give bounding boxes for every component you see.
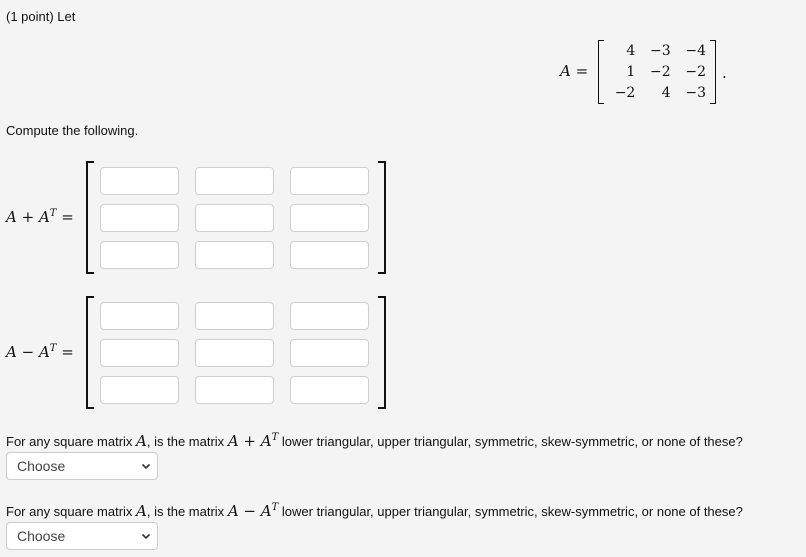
sum-cell-2-1[interactable]	[100, 204, 179, 232]
chevron-down-icon	[141, 533, 151, 540]
difference-cell-3-1[interactable]	[100, 376, 179, 404]
left-bracket	[86, 296, 94, 409]
difference-label: A − AT =	[6, 343, 74, 361]
difference-cell-1-2[interactable]	[195, 302, 274, 330]
difference-classification-select[interactable]: Choose	[6, 522, 158, 550]
question-difference: For any square matrix A, is the matrix A…	[6, 502, 743, 520]
sum-cell-1-3[interactable]	[290, 167, 369, 195]
difference-cell-2-1[interactable]	[100, 339, 179, 367]
trailing-period: .	[722, 64, 727, 82]
chevron-down-icon	[141, 463, 151, 470]
matrix-cell: −2	[650, 63, 671, 80]
right-bracket	[378, 161, 386, 274]
right-bracket	[710, 40, 716, 104]
sum-cell-3-3[interactable]	[290, 241, 369, 269]
difference-cell-1-3[interactable]	[290, 302, 369, 330]
sum-classification-select[interactable]: Choose	[6, 452, 158, 480]
difference-cell-2-2[interactable]	[195, 339, 274, 367]
right-bracket	[378, 296, 386, 409]
compute-instruction: Compute the following.	[6, 123, 139, 138]
given-matrix-label: A =	[560, 62, 589, 80]
matrix-cell: −4	[685, 42, 706, 59]
given-matrix: 4 −3 −4 1 −2 −2 −2 4 −3	[598, 40, 716, 104]
matrix-cell: −3	[685, 85, 706, 102]
sum-cell-2-2[interactable]	[195, 204, 274, 232]
sum-cell-3-2[interactable]	[195, 241, 274, 269]
difference-cell-3-3[interactable]	[290, 376, 369, 404]
sum-label: A + AT =	[6, 208, 74, 226]
matrix-cell: 1	[626, 63, 636, 80]
problem-intro: (1 point) Let	[6, 9, 76, 24]
sum-cell-2-3[interactable]	[290, 204, 369, 232]
matrix-cell: −2	[685, 63, 706, 80]
matrix-cell: −3	[650, 42, 671, 59]
difference-cell-1-1[interactable]	[100, 302, 179, 330]
difference-matrix	[86, 296, 386, 409]
left-bracket	[86, 161, 94, 274]
matrix-cell: 4	[626, 42, 636, 59]
sum-cell-1-2[interactable]	[195, 167, 274, 195]
difference-cell-2-3[interactable]	[290, 339, 369, 367]
sum-cell-1-1[interactable]	[100, 167, 179, 195]
matrix-cell: 4	[661, 85, 671, 102]
difference-cell-3-2[interactable]	[195, 376, 274, 404]
question-sum: For any square matrix A, is the matrix A…	[6, 432, 743, 450]
sum-cell-3-1[interactable]	[100, 241, 179, 269]
sum-matrix	[86, 161, 386, 274]
matrix-cell: −2	[614, 85, 636, 102]
